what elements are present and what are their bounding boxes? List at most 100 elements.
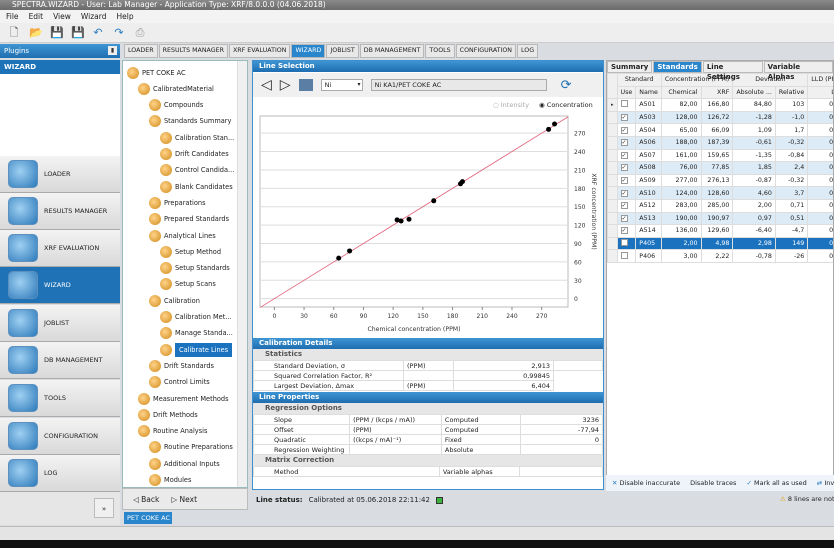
use-checkbox[interactable] bbox=[620, 100, 628, 108]
element-select[interactable]: Ni ▾ bbox=[320, 79, 363, 91]
column-header[interactable]: Name bbox=[635, 85, 662, 100]
data-point[interactable] bbox=[347, 248, 353, 254]
tab-configuration[interactable]: CONFIGURATION bbox=[455, 44, 517, 58]
column-header[interactable]: Chemical bbox=[660, 85, 702, 100]
tree-node[interactable]: Drift Candidates bbox=[160, 147, 229, 162]
next-button[interactable]: ▷ Next bbox=[171, 495, 197, 504]
table-row[interactable]: ✓ A513190,00190,970,970,510,42 bbox=[607, 211, 833, 226]
tab-wizard[interactable]: WIZARD bbox=[291, 44, 326, 58]
table-row[interactable]: ✓ A50876,0077,851,852,40,37 bbox=[607, 161, 833, 175]
undo-icon[interactable]: ↶ bbox=[92, 26, 104, 39]
tree-node[interactable]: PET COKE AC bbox=[127, 65, 186, 80]
tree-node[interactable]: Blank Candidates bbox=[160, 179, 233, 194]
tab-tools[interactable]: TOOLS bbox=[425, 44, 455, 58]
menu-view[interactable]: View bbox=[53, 10, 71, 23]
table-row[interactable]: ✓ A512283,00285,002,000,710,42 bbox=[607, 198, 833, 213]
more-plugins-button[interactable]: » bbox=[94, 498, 114, 518]
column-header[interactable]: XRF bbox=[700, 85, 734, 100]
column-header[interactable]: Relative bbox=[774, 85, 809, 100]
plugin-results-manager[interactable]: RESULTS MANAGER bbox=[0, 193, 120, 230]
plugin-configuration[interactable]: CONFIGURATION bbox=[0, 418, 120, 455]
invert-button[interactable]: ⇄ Inve bbox=[817, 479, 834, 487]
print-icon[interactable]: ⎙ bbox=[134, 26, 146, 39]
data-point[interactable] bbox=[406, 216, 412, 222]
mark-all-used-button[interactable]: ✓ Mark all as used bbox=[746, 479, 806, 487]
table-row[interactable]: ✓ A514136,00129,60-6,40-4,70,41 bbox=[607, 224, 833, 238]
tree-node[interactable]: Compounds bbox=[149, 98, 203, 113]
tree-node[interactable]: Calibration Met... bbox=[160, 310, 232, 325]
tree-node[interactable]: Routine Preparations bbox=[149, 440, 233, 455]
tab-db-management[interactable]: DB MANAGEMENT bbox=[359, 44, 425, 58]
use-checkbox[interactable]: ✓ bbox=[620, 151, 628, 159]
radio-intensity[interactable]: ○ Intensity bbox=[493, 101, 529, 109]
tree-node[interactable]: Additional Inputs bbox=[149, 456, 220, 471]
data-point[interactable] bbox=[431, 198, 437, 204]
use-checkbox[interactable]: ✓ bbox=[620, 177, 628, 185]
table-row[interactable]: ▸ A50182,00166,8084,801030,75 bbox=[607, 98, 833, 112]
use-checkbox[interactable] bbox=[620, 251, 628, 259]
plugin-log[interactable]: LOG bbox=[0, 455, 120, 492]
tab-standards[interactable]: Standards bbox=[653, 61, 702, 73]
back-button[interactable]: ◁ Back bbox=[133, 495, 159, 504]
disable-traces-button[interactable]: Disable traces bbox=[690, 479, 736, 487]
tab-summary[interactable]: Summary bbox=[607, 61, 653, 73]
tab-joblist[interactable]: JOBLIST bbox=[326, 44, 359, 58]
plugin-loader[interactable]: LOADER bbox=[0, 156, 120, 193]
tree-node[interactable]: Control Limits bbox=[149, 375, 210, 390]
tree-node[interactable]: Prepared Standards bbox=[149, 212, 229, 227]
tab-line-settings[interactable]: Line Settings bbox=[702, 61, 763, 81]
use-checkbox[interactable]: ✓ bbox=[620, 227, 628, 235]
use-checkbox[interactable]: ✓ bbox=[620, 202, 628, 210]
open-icon[interactable]: 📂 bbox=[29, 26, 43, 39]
use-checkbox[interactable]: ✓ bbox=[620, 139, 628, 147]
plugin-wizard[interactable]: WIZARD bbox=[0, 267, 120, 304]
table-row[interactable]: ✓ A503128,00126,72-1,28-1,00,35 bbox=[607, 110, 833, 125]
tree-node[interactable]: Preparations bbox=[149, 195, 206, 210]
next-line-icon[interactable]: ▷ bbox=[280, 77, 291, 93]
tree-node[interactable]: Standards Summary bbox=[149, 114, 231, 129]
use-checkbox[interactable]: ✓ bbox=[620, 189, 628, 197]
column-header[interactable]: Absolute ... bbox=[732, 85, 776, 100]
tab-xrf-evaluation[interactable]: XRF EVALUATION bbox=[228, 44, 291, 58]
tree-node[interactable]: Setup Scans bbox=[160, 277, 216, 292]
tab-log[interactable]: LOG bbox=[517, 44, 539, 58]
redo-icon[interactable]: ↷ bbox=[113, 26, 125, 39]
tree-node[interactable]: Calibration Stan... bbox=[160, 130, 234, 145]
line-select[interactable]: Ni KA1/PET COKE AC bbox=[370, 79, 547, 91]
table-row[interactable]: ✓ A50465,0066,091,091,70,35 bbox=[607, 123, 833, 137]
tab-variable-alphas[interactable]: Variable Alphas bbox=[763, 61, 833, 81]
use-checkbox[interactable]: ✓ bbox=[620, 214, 628, 222]
table-row[interactable]: ✓ A509277,00276,13-0,87-0,320,38 bbox=[607, 173, 833, 188]
tree-node[interactable]: Control Candida... bbox=[160, 163, 234, 178]
tree-node[interactable]: Modules bbox=[149, 473, 191, 488]
table-row[interactable]: P4063,002,22-0,78-260,33 bbox=[607, 249, 833, 263]
radio-concentration[interactable]: ◉ Concentration bbox=[539, 101, 593, 109]
tree-node[interactable]: Drift Standards bbox=[149, 358, 214, 373]
tab-results-manager[interactable]: RESULTS MANAGER bbox=[158, 44, 228, 58]
menu-help[interactable]: Help bbox=[117, 10, 134, 23]
tree-node[interactable]: Manage Standa... bbox=[160, 326, 233, 341]
tree-node[interactable]: Calibration bbox=[149, 293, 200, 308]
use-checkbox[interactable]: ✓ bbox=[620, 114, 628, 122]
data-point[interactable] bbox=[394, 217, 400, 223]
data-point[interactable] bbox=[336, 255, 342, 261]
element-table-icon[interactable] bbox=[298, 79, 313, 91]
tree-node[interactable]: Routine Analysis bbox=[138, 424, 207, 439]
use-checkbox[interactable]: ✓ bbox=[620, 164, 628, 172]
data-point[interactable] bbox=[546, 126, 552, 132]
plugin-xrf-evaluation[interactable]: XRF EVALUATION bbox=[0, 230, 120, 267]
use-checkbox[interactable] bbox=[620, 239, 628, 247]
tree-node[interactable]: CalibratedMaterial bbox=[138, 81, 214, 96]
plugin-db-management[interactable]: DB MANAGEMENT bbox=[0, 342, 120, 379]
column-header[interactable]: Use bbox=[616, 85, 637, 100]
tree-scrollbar[interactable] bbox=[237, 61, 247, 487]
plugin-joblist[interactable]: JOBLIST bbox=[0, 305, 120, 342]
new-icon[interactable]: 🗋 bbox=[8, 26, 20, 39]
data-point[interactable] bbox=[552, 121, 558, 127]
tree-node[interactable]: Setup Standards bbox=[160, 261, 230, 276]
pin-icon[interactable]: ▮ bbox=[108, 46, 117, 55]
menu-wizard[interactable]: Wizard bbox=[81, 10, 107, 23]
table-row[interactable]: ✓ A506188,00187,39-0,61-0,320,36 bbox=[607, 135, 833, 150]
data-point[interactable] bbox=[459, 179, 465, 185]
tree-node[interactable]: Drift Methods bbox=[138, 407, 198, 422]
